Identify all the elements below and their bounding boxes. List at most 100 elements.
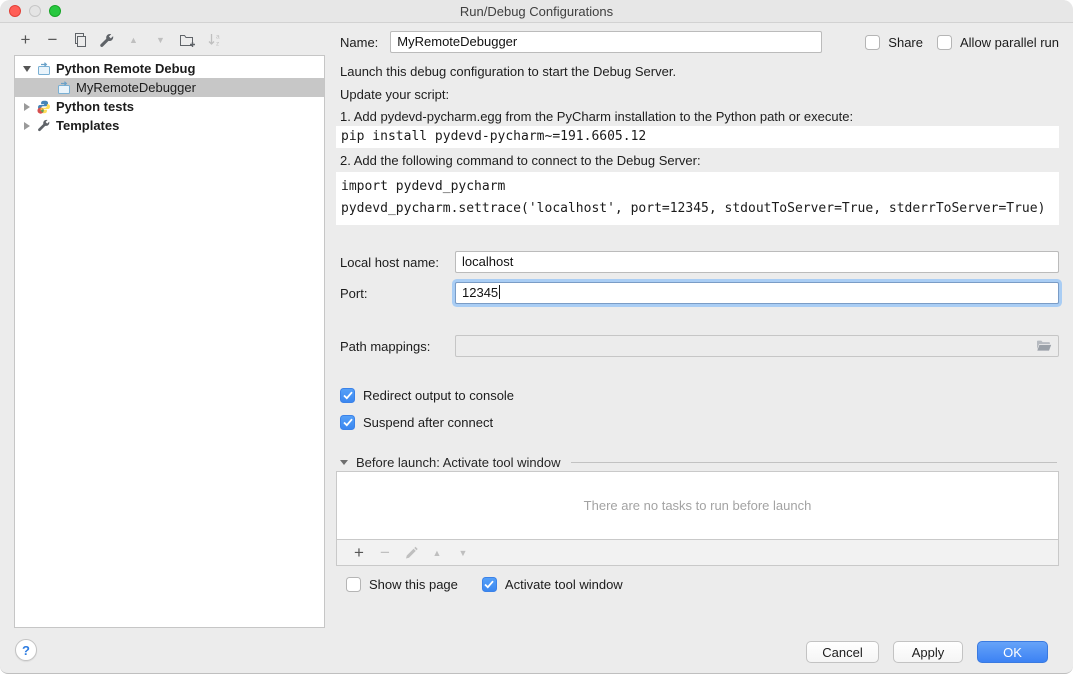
settrace-code-block: import pydevd_pycharm pydevd_pycharm.set… [336, 172, 1059, 225]
remote-debug-config-icon [36, 61, 51, 76]
show-this-page-label[interactable]: Show this page [369, 577, 458, 592]
chevron-down-icon [23, 66, 31, 72]
tree-item-myremotedebugger[interactable]: MyRemoteDebugger [15, 78, 324, 97]
expand-collapse-chevron[interactable] [22, 103, 32, 111]
update-script-text: Update your script: [336, 87, 1059, 102]
check-icon [343, 418, 353, 427]
show-this-page-checkbox[interactable] [346, 577, 361, 592]
name-input[interactable]: MyRemoteDebugger [390, 31, 822, 53]
pencil-icon [404, 546, 418, 560]
port-label: Port: [340, 286, 455, 301]
redirect-output-checkbox[interactable] [340, 388, 355, 403]
divider [571, 462, 1057, 463]
run-debug-configurations-dialog: Run/Debug Configurations + − ▲ ▼ az Pyth… [0, 0, 1073, 674]
suspend-after-connect-label[interactable]: Suspend after connect [363, 415, 493, 430]
local-host-name-label: Local host name: [340, 255, 455, 270]
local-host-name-input[interactable]: localhost [455, 251, 1059, 273]
tree-item-label: Python tests [56, 99, 134, 114]
share-label[interactable]: Share [888, 35, 923, 50]
move-down-button[interactable]: ▼ [147, 29, 174, 51]
remove-task-button[interactable]: − [372, 542, 398, 564]
sort-configurations-button[interactable]: az [201, 29, 228, 51]
chevron-down-icon [340, 460, 348, 465]
tree-item-templates[interactable]: Templates [15, 116, 324, 135]
arrow-down-icon: ▼ [459, 548, 468, 558]
tree-item-label: MyRemoteDebugger [76, 80, 196, 95]
pip-install-code: pip install pydevd-pycharm~=191.6605.12 [336, 126, 1059, 148]
before-launch-toolbar: + − ▲ ▼ [336, 540, 1059, 566]
tree-item-python-tests[interactable]: Python tests [15, 97, 324, 116]
wrench-icon [99, 33, 114, 48]
before-launch-title: Before launch: Activate tool window [356, 455, 561, 470]
activate-tool-window-checkbox[interactable] [482, 577, 497, 592]
configurations-toolbar: + − ▲ ▼ az [12, 29, 228, 51]
intro-text: Launch this debug configuration to start… [336, 64, 1059, 79]
tree-item-label: Templates [56, 118, 119, 133]
browse-folder-icon[interactable] [1036, 339, 1052, 357]
show-this-page-group: Show this page [346, 577, 458, 592]
copy-configuration-button[interactable] [66, 29, 93, 51]
allow-parallel-run-label[interactable]: Allow parallel run [960, 35, 1059, 50]
name-value: MyRemoteDebugger [397, 34, 517, 49]
check-icon [343, 391, 353, 400]
plus-icon: + [354, 543, 364, 563]
step2-text: 2. Add the following command to connect … [336, 153, 1059, 168]
arrow-up-icon: ▲ [433, 548, 442, 558]
edit-task-button[interactable] [398, 542, 424, 564]
minimize-window-button[interactable] [29, 5, 41, 17]
remove-configuration-button[interactable]: − [39, 29, 66, 51]
edit-templates-button[interactable] [93, 29, 120, 51]
allow-parallel-run-checkbox[interactable] [937, 35, 952, 50]
activate-tool-window-group: Activate tool window [482, 577, 623, 592]
window-title: Run/Debug Configurations [460, 4, 613, 19]
plus-icon: + [21, 30, 31, 50]
code-line-import: import pydevd_pycharm [341, 176, 1054, 198]
ok-button[interactable]: OK [977, 641, 1048, 663]
allow-parallel-checkbox-group: Allow parallel run [937, 35, 1059, 50]
path-mappings-label: Path mappings: [340, 339, 455, 354]
tree-item-label: Python Remote Debug [56, 61, 195, 76]
path-mappings-input[interactable] [455, 335, 1059, 357]
expand-collapse-chevron[interactable] [22, 66, 32, 72]
expand-collapse-chevron[interactable] [22, 122, 32, 130]
apply-button[interactable]: Apply [893, 641, 963, 663]
arrow-up-icon: ▲ [129, 35, 138, 45]
move-up-button[interactable]: ▲ [120, 29, 147, 51]
remote-debug-config-icon [56, 80, 71, 95]
zoom-window-button[interactable] [49, 5, 61, 17]
chevron-right-icon [24, 122, 30, 130]
wrench-icon [36, 118, 51, 133]
chevron-right-icon [24, 103, 30, 111]
move-task-up-button[interactable]: ▲ [424, 542, 450, 564]
minus-icon: − [48, 30, 58, 50]
local-host-value: localhost [462, 254, 513, 269]
cancel-button[interactable]: Cancel [806, 641, 879, 663]
python-tests-icon [36, 99, 51, 114]
add-configuration-button[interactable]: + [12, 29, 39, 51]
close-window-button[interactable] [9, 5, 21, 17]
port-input[interactable]: 12345 [455, 282, 1059, 304]
empty-tasks-message: There are no tasks to run before launch [584, 498, 812, 513]
suspend-after-connect-checkbox[interactable] [340, 415, 355, 430]
before-launch-task-list: There are no tasks to run before launch [336, 471, 1059, 540]
configurations-tree: Python Remote Debug MyRemoteDebugger Pyt… [14, 55, 325, 628]
share-checkbox[interactable] [865, 35, 880, 50]
check-icon [484, 580, 494, 589]
text-caret [499, 285, 500, 299]
before-launch-header[interactable]: Before launch: Activate tool window [336, 455, 1059, 470]
activate-tool-window-label[interactable]: Activate tool window [505, 577, 623, 592]
sort-az-icon: az [207, 32, 223, 48]
add-task-button[interactable]: + [346, 542, 372, 564]
code-line-settrace: pydevd_pycharm.settrace('localhost', por… [341, 198, 1054, 220]
help-button[interactable]: ? [15, 639, 37, 661]
svg-text:a: a [216, 34, 220, 41]
move-task-down-button[interactable]: ▼ [450, 542, 476, 564]
question-mark-icon: ? [22, 643, 30, 658]
redirect-output-label[interactable]: Redirect output to console [363, 388, 514, 403]
tree-item-python-remote-debug[interactable]: Python Remote Debug [15, 59, 324, 78]
copy-icon [72, 32, 88, 48]
create-folder-button[interactable] [174, 29, 201, 51]
svg-text:z: z [216, 41, 219, 48]
minus-icon: − [380, 543, 390, 563]
arrow-down-icon: ▼ [156, 35, 165, 45]
